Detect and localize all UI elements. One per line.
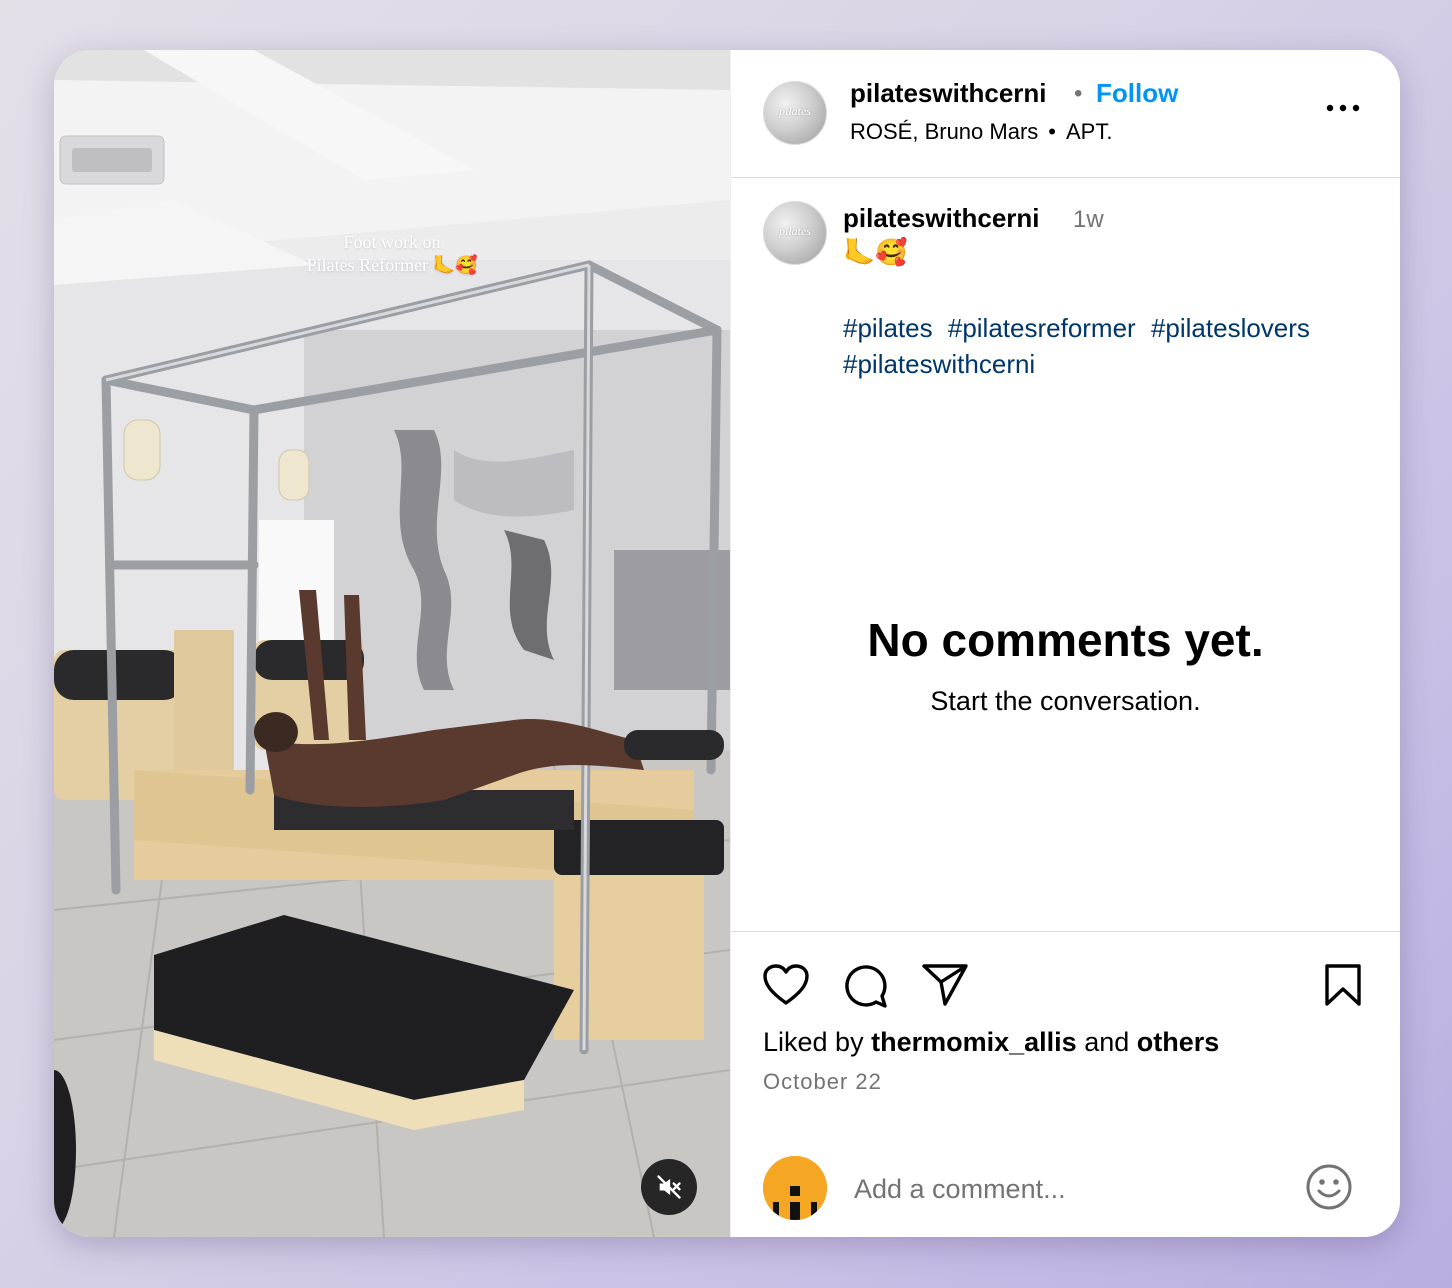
bookmark-icon[interactable]: [1324, 963, 1362, 1007]
share-icon[interactable]: [921, 962, 969, 1008]
overlay-line-2: Pilates Reformer 🦶🥰: [306, 255, 478, 275]
current-user-avatar[interactable]: [763, 1156, 827, 1220]
no-comments-subtitle: Start the conversation.: [930, 686, 1201, 716]
likes-prefix: Liked by: [763, 1027, 864, 1057]
audio-separator: •: [1048, 119, 1056, 144]
hashtag-link[interactable]: #pilateslovers: [1151, 313, 1310, 343]
author-avatar[interactable]: pilates: [763, 81, 827, 145]
caption-author-avatar[interactable]: pilates: [763, 201, 827, 265]
header-separator-dot: •: [1074, 80, 1083, 107]
follow-button[interactable]: Follow: [1096, 78, 1178, 109]
audio-artist: ROSÉ, Bruno Mars: [850, 119, 1039, 144]
video-frame: [54, 50, 730, 1237]
post-actions-section: Liked by thermomix_allis and others Octo…: [731, 931, 1400, 1237]
overlay-line-1: Foot work on: [343, 232, 441, 252]
caption-username[interactable]: pilateswithcerni: [843, 203, 1040, 234]
post-video[interactable]: Foot work on Pilates Reformer 🦶🥰: [54, 50, 730, 1237]
caption-avatar-logo-text: pilates: [779, 224, 811, 238]
more-options-button[interactable]: [1319, 96, 1367, 120]
likes-summary: Liked by thermomix_allis and others: [763, 1027, 1219, 1058]
hashtag-link[interactable]: #pilatesreformer: [948, 313, 1136, 343]
caption-emoji: 🦶🥰: [843, 237, 908, 267]
post-modal: Foot work on Pilates Reformer 🦶🥰 pilates…: [54, 50, 1400, 1237]
hashtag-link[interactable]: #pilateswithcerni: [843, 349, 1035, 379]
more-options-icon: [1326, 104, 1360, 112]
add-comment-input[interactable]: [852, 1166, 1276, 1212]
no-comments-title: No comments yet.: [867, 614, 1264, 666]
caption-hashtags: #pilates #pilatesreformer #pilateslovers…: [843, 310, 1383, 382]
comment-icon[interactable]: [841, 962, 889, 1010]
likes-middle: and: [1084, 1027, 1130, 1057]
audio-attribution[interactable]: ROSÉ, Bruno Mars • APT.: [850, 119, 1112, 145]
speaker-muted-icon: [657, 1175, 681, 1199]
avatar-logo-text: pilates: [779, 104, 811, 118]
hashtag-link[interactable]: #pilates: [843, 313, 933, 343]
liker-username[interactable]: thermomix_allis: [871, 1027, 1077, 1057]
caption-timestamp[interactable]: 1w: [1073, 206, 1104, 234]
post-date[interactable]: October 22: [763, 1069, 882, 1095]
likes-others-link[interactable]: others: [1137, 1027, 1220, 1057]
video-caption-overlay: Foot work on Pilates Reformer 🦶🥰: [54, 231, 730, 277]
author-username[interactable]: pilateswithcerni: [850, 78, 1047, 109]
smiley-icon[interactable]: [1305, 1163, 1353, 1211]
post-details-panel: pilates pilateswithcerni • Follow ROSÉ, …: [730, 50, 1400, 1237]
audio-title: APT.: [1065, 119, 1113, 144]
heart-icon[interactable]: [762, 963, 810, 1007]
mute-toggle-button[interactable]: [641, 1159, 697, 1215]
post-header: pilates pilateswithcerni • Follow ROSÉ, …: [731, 50, 1400, 178]
user-avatar-graphic: [763, 1156, 827, 1220]
